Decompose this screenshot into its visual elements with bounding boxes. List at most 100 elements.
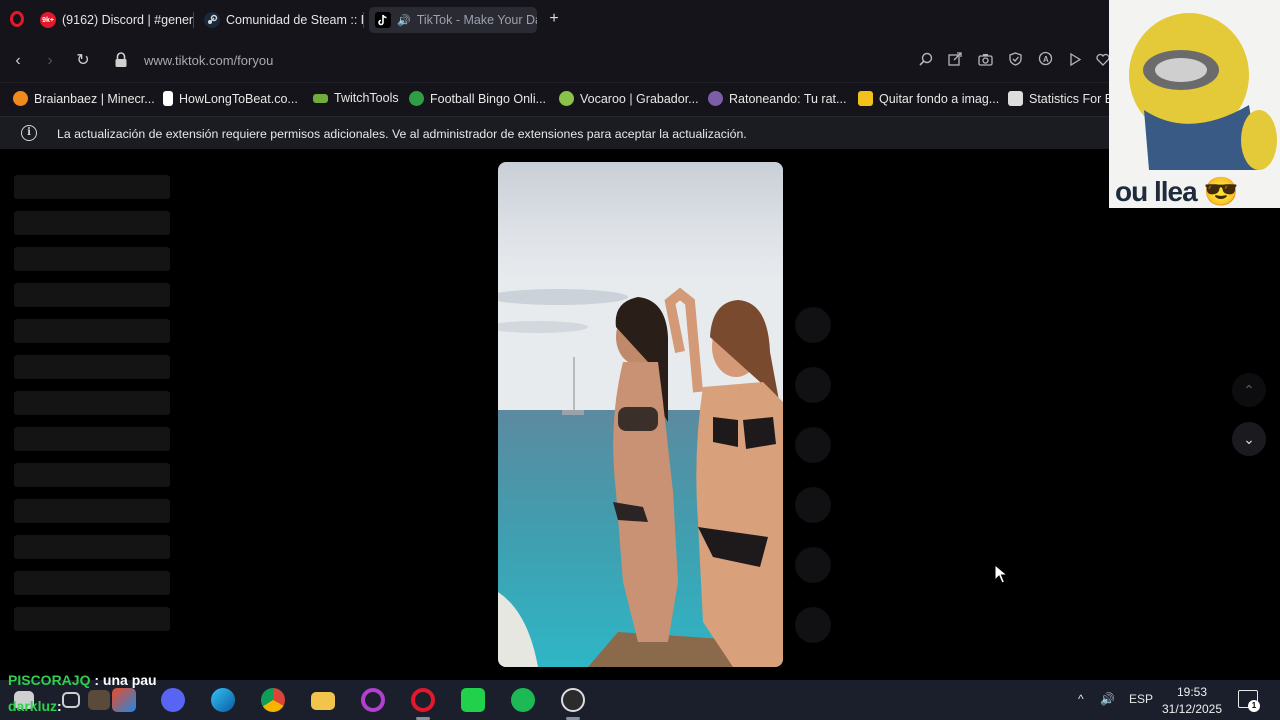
office-icon[interactable] <box>112 688 136 712</box>
steam-icon <box>204 12 220 28</box>
question-icon <box>409 91 424 106</box>
sidebar-skeleton <box>14 571 170 595</box>
canva-icon[interactable] <box>361 688 385 712</box>
lock-icon[interactable] <box>114 52 128 68</box>
twitchtools-icon <box>313 93 328 103</box>
clock-time: 19:53 <box>1176 685 1208 699</box>
mouse-cursor-icon <box>994 564 1008 584</box>
sidebar-skeleton <box>14 211 170 235</box>
tab-tiktok[interactable]: 🔊 TikTok - Make Your Da <box>369 7 537 33</box>
sticker-caption: ou llea 😎 <box>1115 176 1238 207</box>
bookmark-label: Football Bingo Onli... <box>430 91 547 106</box>
opera-logo-icon[interactable] <box>10 11 24 27</box>
image-icon <box>858 91 873 106</box>
bookmark-label: Quitar fondo a imag... <box>879 91 1000 106</box>
tab-steam[interactable]: Comunidad de Steam :: Br <box>198 7 364 33</box>
language-indicator[interactable]: ESP <box>1129 692 1153 706</box>
tab-badge: 9k+ <box>42 16 54 24</box>
chrome-icon[interactable] <box>261 688 285 712</box>
extension-info-bar: i La actualización de extensión requiere… <box>0 116 1280 149</box>
tray-overflow-icon[interactable]: ^ <box>1078 692 1084 706</box>
sidebar-skeleton <box>14 427 170 451</box>
clock[interactable]: 19:53 31/12/2025 <box>1160 684 1224 718</box>
obs-icon[interactable] <box>561 688 585 712</box>
clock-date: 31/12/2025 <box>1161 702 1223 716</box>
tab-strip: 9k+ (9162) Discord | #general Comunidad … <box>0 0 1280 40</box>
reload-button[interactable]: ↻ <box>72 50 94 72</box>
kick-icon[interactable] <box>461 688 485 712</box>
music-disc-button[interactable] <box>795 607 831 643</box>
sidebar-skeleton <box>14 391 170 415</box>
bookmark-item[interactable]: Vocaroo | Grabador... <box>559 91 699 106</box>
notification-count: 1 <box>1248 700 1260 712</box>
sidebar-skeleton <box>14 283 170 307</box>
previous-video-button[interactable]: ⌃ <box>1232 373 1266 407</box>
chat-message: : una pau <box>90 672 157 688</box>
app-thumbnail-icon[interactable] <box>88 690 110 710</box>
sidebar-skeleton <box>14 607 170 631</box>
video-player[interactable] <box>498 162 783 667</box>
bookmark-item[interactable]: Football Bingo Onli... <box>409 91 546 106</box>
stream-chat-line: darkluz: <box>8 698 62 714</box>
new-tab-button[interactable]: + <box>545 10 563 28</box>
bookmark-item[interactable]: Quitar fondo a imag... <box>858 91 999 106</box>
play-icon[interactable] <box>1065 51 1085 71</box>
bookmark-button[interactable] <box>795 427 831 463</box>
opera-taskbar-icon[interactable] <box>411 688 435 712</box>
tab-label: Comunidad de Steam :: Br <box>226 13 364 27</box>
svg-text:A: A <box>1043 55 1049 64</box>
zoom-icon[interactable] <box>916 51 936 71</box>
minion-sticker: ou llea 😎 <box>1109 0 1280 208</box>
sidebar-skeleton <box>14 463 170 487</box>
tab-label: (9162) Discord | #general <box>62 13 194 27</box>
video-frame <box>498 162 783 667</box>
next-video-button[interactable]: ⌄ <box>1232 422 1266 456</box>
volume-icon[interactable]: 🔊 <box>1100 692 1115 706</box>
bookmark-label: Ratoneando: Tu rat... <box>729 91 847 106</box>
bookmark-label: Vocaroo | Grabador... <box>580 91 699 106</box>
tiktok-icon <box>375 12 391 28</box>
bookmark-item[interactable]: TwitchTools <box>313 91 399 105</box>
translate-icon[interactable]: A <box>1035 51 1055 71</box>
tab-separator <box>363 12 364 28</box>
spotify-icon[interactable] <box>511 688 535 712</box>
chat-username: darkluz <box>8 698 58 714</box>
task-view-icon[interactable] <box>62 692 80 708</box>
camera-icon[interactable] <box>975 51 995 71</box>
file-explorer-icon[interactable] <box>311 692 335 710</box>
shield-icon[interactable] <box>1005 51 1025 71</box>
bookmark-label: HowLongToBeat.co... <box>179 91 298 106</box>
sidebar-skeleton <box>14 499 170 523</box>
howlongtobeat-icon <box>163 91 173 106</box>
like-button[interactable] <box>795 307 831 343</box>
tab-separator <box>193 12 194 28</box>
chat-username: PISCORAJQ <box>8 672 91 688</box>
tab-label: TikTok - Make Your Da <box>416 13 537 27</box>
tab-discord[interactable]: 9k+ (9162) Discord | #general <box>34 7 194 33</box>
windows-taskbar: ^ 🔊 ESP 19:53 31/12/2025 1 <box>0 680 1280 720</box>
share-icon[interactable] <box>945 51 965 71</box>
chat-message: : <box>57 698 62 714</box>
url-field[interactable]: www.tiktok.com/foryou <box>144 53 273 68</box>
discord-icon: 9k+ <box>40 12 56 28</box>
comment-button[interactable] <box>795 367 831 403</box>
bookmark-item[interactable]: HowLongToBeat.co... <box>163 91 298 106</box>
bookmark-label: Braianbaez | Minecr... <box>34 91 155 106</box>
speaker-icon[interactable]: 🔊 <box>397 14 411 27</box>
bookmark-item[interactable]: Statistics For Be <box>1008 91 1120 106</box>
back-button[interactable]: ‹ <box>7 50 29 72</box>
bookmark-item[interactable]: Braianbaez | Minecr... <box>13 91 155 106</box>
discord-taskbar-icon[interactable] <box>161 688 185 712</box>
bookmark-label: Statistics For Be <box>1029 91 1120 106</box>
tiktok-page: ⌃ ⌄ <box>0 149 1280 680</box>
info-message[interactable]: La actualización de extensión requiere p… <box>57 127 747 141</box>
forward-button[interactable]: › <box>39 50 61 72</box>
vocaroo-icon <box>559 91 574 106</box>
more-button[interactable] <box>795 547 831 583</box>
edge-icon[interactable] <box>211 688 235 712</box>
info-icon: i <box>21 125 37 141</box>
share-button[interactable] <box>795 487 831 523</box>
bookmark-item[interactable]: Ratoneando: Tu rat... <box>708 91 846 106</box>
statistics-icon <box>1008 91 1023 106</box>
sidebar-skeleton <box>14 355 170 379</box>
